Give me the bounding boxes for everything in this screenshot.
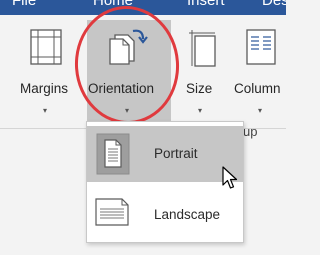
size-icon [188, 29, 216, 72]
columns-button[interactable]: Column ▾ [232, 15, 286, 123]
portrait-icon [96, 133, 130, 180]
menu-item-portrait[interactable]: Portrait [87, 126, 243, 182]
tab-file[interactable]: File [12, 0, 36, 9]
landscape-icon [95, 198, 129, 231]
size-button[interactable]: Size ▾ [182, 15, 222, 123]
portrait-label: Portrait [154, 146, 198, 161]
tab-insert[interactable]: Insert [187, 0, 225, 9]
margins-label: Margins [20, 81, 69, 96]
orientation-dropdown-menu: Portrait Landscape [86, 121, 244, 243]
margins-icon [30, 29, 62, 70]
mouse-pointer-icon [222, 166, 238, 195]
columns-label: Column [234, 81, 281, 96]
columns-icon [246, 29, 276, 70]
tab-design[interactable]: Des [262, 0, 286, 9]
landscape-label: Landscape [154, 207, 221, 222]
size-caret-icon: ▾ [198, 106, 203, 115]
margins-button[interactable]: Margins ▾ [16, 15, 76, 123]
columns-caret-icon: ▾ [258, 106, 263, 115]
menu-item-landscape[interactable]: Landscape [87, 184, 243, 240]
size-label: Size [186, 81, 213, 96]
margins-caret-icon: ▾ [43, 106, 48, 115]
ribbon-group-label: up [243, 124, 258, 139]
